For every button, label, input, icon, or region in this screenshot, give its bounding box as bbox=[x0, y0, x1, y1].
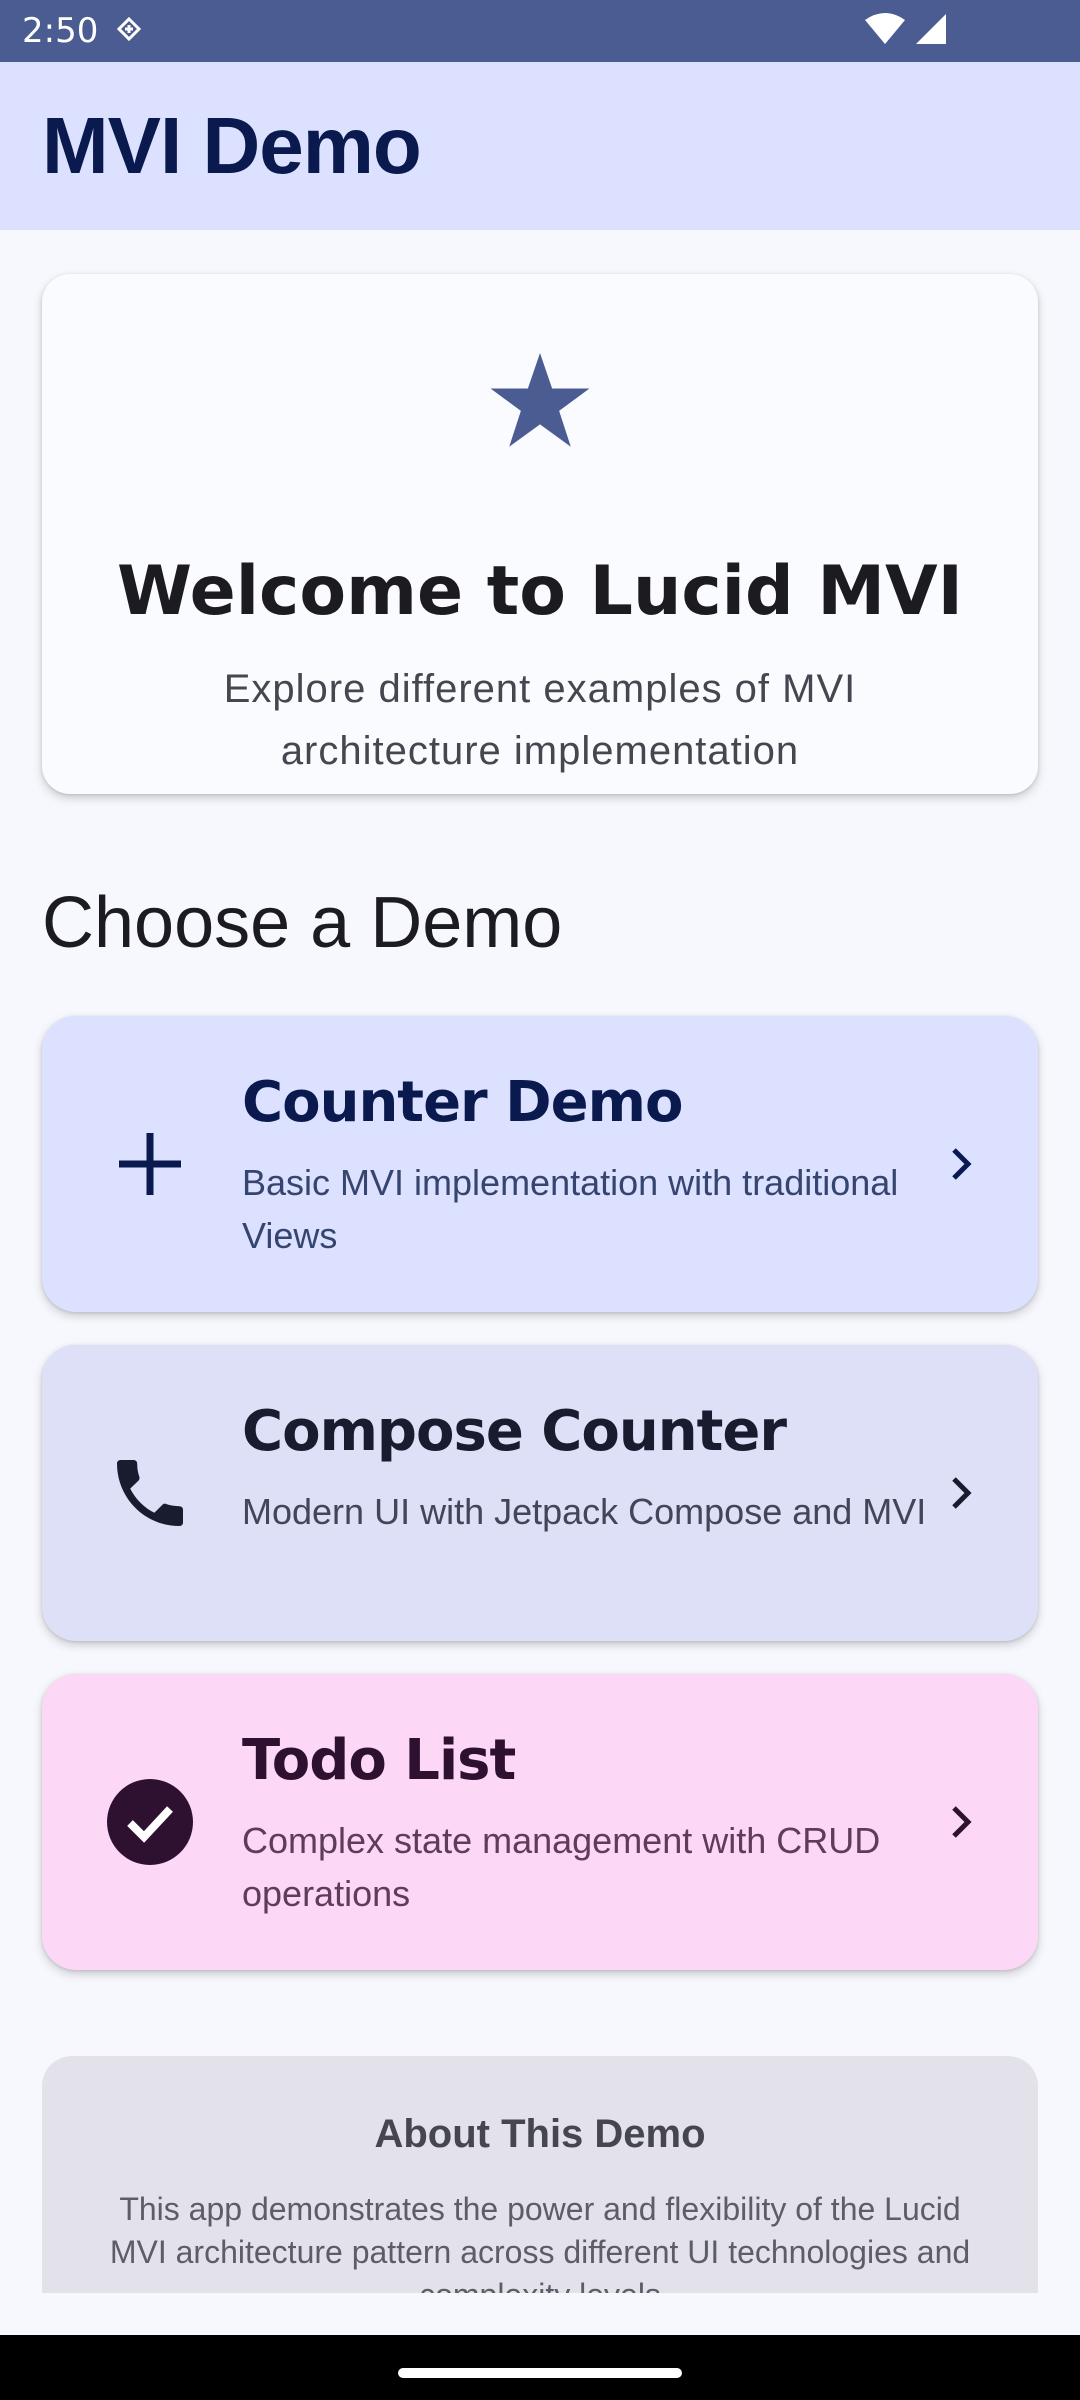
about-text: This app demonstrates the power and flex… bbox=[109, 2191, 971, 2293]
plus-icon bbox=[102, 1116, 198, 1212]
counter-demo-card[interactable]: Counter Demo Basic MVI implementation wi… bbox=[42, 1016, 1038, 1312]
chevron-right-icon bbox=[952, 1148, 972, 1180]
about-card: About This Demo This app demonstrates th… bbox=[42, 2056, 1038, 2293]
section-title: Choose a Demo bbox=[42, 883, 563, 963]
chevron-right-icon bbox=[952, 1806, 972, 1838]
status-bar: 2:50 bbox=[0, 0, 1080, 62]
cell-signal-icon bbox=[914, 12, 948, 51]
welcome-card: Welcome to Lucid MVI Explore different e… bbox=[42, 274, 1038, 794]
compose-counter-card[interactable]: Compose Counter Modern UI with Jetpack C… bbox=[42, 1345, 1038, 1641]
todo-list-description: Complex state management with CRUD opera… bbox=[242, 1820, 881, 1914]
phone-icon bbox=[102, 1445, 198, 1541]
welcome-subtitle: Explore different examples of MVI archit… bbox=[223, 667, 857, 773]
content-scroll-area[interactable]: Welcome to Lucid MVI Explore different e… bbox=[0, 230, 1080, 2293]
top-app-bar: MVI Demo bbox=[0, 62, 1080, 230]
compose-counter-title: Compose Counter bbox=[242, 1399, 787, 1464]
star-icon bbox=[490, 353, 590, 447]
counter-demo-title: Counter Demo bbox=[242, 1070, 683, 1135]
home-gesture-handle[interactable] bbox=[398, 2368, 682, 2378]
welcome-title: Welcome to Lucid MVI bbox=[117, 552, 963, 631]
status-time: 2:50 bbox=[22, 11, 99, 51]
compose-counter-description: Modern UI with Jetpack Compose and MVI bbox=[242, 1491, 927, 1532]
todo-list-title: Todo List bbox=[242, 1728, 516, 1793]
chevron-right-icon bbox=[952, 1477, 972, 1509]
todo-list-card[interactable]: Todo List Complex state management with … bbox=[42, 1674, 1038, 1970]
counter-demo-description: Basic MVI implementation with traditiona… bbox=[242, 1162, 899, 1256]
about-title: About This Demo bbox=[374, 2112, 706, 2156]
app-title: MVI Demo bbox=[42, 101, 422, 190]
data-saver-icon bbox=[116, 16, 142, 46]
system-nav-bar bbox=[0, 2335, 1080, 2400]
check-circle-icon bbox=[102, 1774, 198, 1870]
wifi-icon bbox=[864, 12, 906, 51]
